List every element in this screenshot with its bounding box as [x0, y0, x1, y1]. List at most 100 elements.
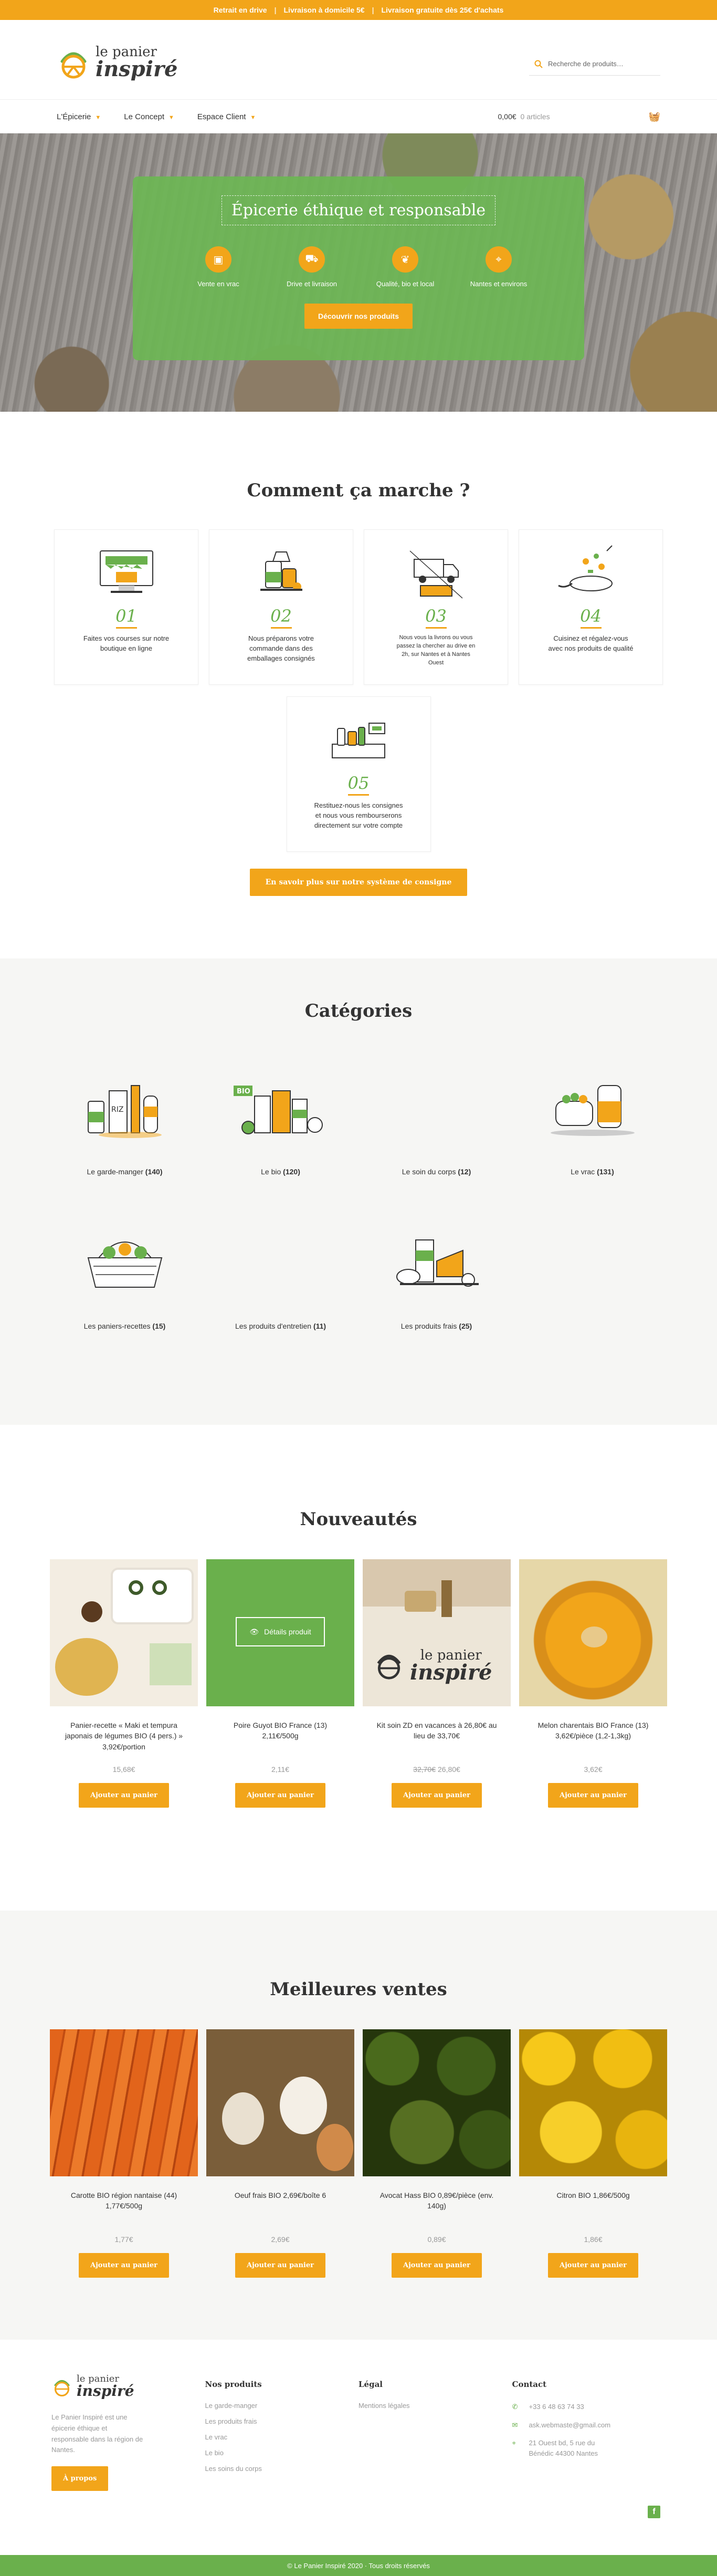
phone-value: +33 6 48 63 74 33: [529, 2403, 584, 2411]
footer-link[interactable]: Le garde-manger: [205, 2402, 359, 2410]
footer-link[interactable]: Le vrac: [205, 2433, 359, 2441]
category-card-vrac[interactable]: Le vrac (131): [520, 1049, 665, 1193]
contact-email[interactable]: ✉ ask.webmaste@gmail.com: [512, 2420, 666, 2431]
footer-logo-line2: inspiré: [77, 2382, 134, 2400]
footer-logo[interactable]: le panier inspiré: [51, 2374, 205, 2398]
price-value: 1,86€: [584, 2235, 603, 2244]
category-name: Les produits d'entretien: [235, 1322, 312, 1330]
deposit-system-button[interactable]: En savoir plus sur notre système de cons…: [249, 869, 468, 896]
step-text: Restituez-nous les consignes et nous vou…: [314, 801, 403, 829]
nav-item-espace-client[interactable]: Espace Client ▼: [197, 112, 256, 121]
product-price: 32,70€ 26,80€: [363, 1765, 511, 1774]
category-card-paniers-recettes[interactable]: Les paniers-recettes (15): [52, 1203, 197, 1347]
category-card-bio[interactable]: BIO Le bio (120): [208, 1049, 353, 1193]
delivery-van-illustration: [409, 550, 463, 599]
hero-banner: Épicerie éthique et responsable ▣ Vente …: [0, 133, 717, 412]
product-image[interactable]: [50, 2029, 198, 2176]
leaf-icon: ❦: [392, 246, 418, 273]
footer-column-title: Légal: [358, 2380, 383, 2389]
price-value: 0,89€: [427, 2235, 446, 2244]
site-header: le panier inspiré Recherche de produits…: [0, 20, 717, 100]
product-details-button[interactable]: 👁 Détails produit: [236, 1617, 325, 1646]
nav-item-epicerie[interactable]: L'Épicerie ▼: [57, 112, 101, 121]
product-name[interactable]: Panier-recette « Maki et tempura japonai…: [50, 1720, 198, 1753]
product-name[interactable]: Avocat Hass BIO 0,89€/pièce (env. 140g): [363, 2190, 511, 2223]
product-name[interactable]: Citron BIO 1,86€/500g: [519, 2190, 667, 2223]
basket-icon[interactable]: 🧺: [649, 111, 660, 122]
announcement-separator: |: [274, 6, 277, 14]
location-pin-icon: ⌖: [512, 2439, 516, 2447]
facebook-icon[interactable]: f: [648, 2506, 660, 2518]
grocery-jars-illustration: [260, 551, 302, 591]
product-name[interactable]: Kit soin ZD en vacances à 26,80€ au lieu…: [363, 1720, 511, 1753]
announcement-item: Livraison gratuite dès 25€ d'achats: [381, 6, 504, 14]
hero-feature-label: Vente en vrac: [197, 280, 239, 288]
add-to-cart-button[interactable]: Ajouter au panier: [79, 1783, 169, 1808]
hero-feature: ❦ Qualité, bio et local: [374, 246, 437, 288]
discover-products-button[interactable]: Découvrir nos produits: [304, 304, 413, 329]
price-value: 2,11€: [271, 1765, 289, 1774]
site-logo[interactable]: le panier inspiré: [57, 45, 177, 80]
add-to-cart-button[interactable]: Ajouter au panier: [548, 2253, 638, 2278]
footer-column-title: Nos produits: [205, 2380, 262, 2389]
add-to-cart-button[interactable]: Ajouter au panier: [79, 2253, 169, 2278]
category-name: Le garde-manger: [87, 1167, 143, 1176]
product-image[interactable]: [363, 2029, 511, 2176]
product-image[interactable]: [50, 1559, 198, 1706]
step-number: 05: [347, 773, 370, 793]
step-text: Nous vous la livrons ou vous passez la c…: [396, 634, 476, 666]
product-image[interactable]: [519, 2029, 667, 2176]
announcement-item: Livraison à domicile 5€: [283, 6, 365, 14]
price-value: 15,68€: [112, 1765, 135, 1774]
product-name[interactable]: Melon charentais BIO France (13) 3,62€/p…: [519, 1720, 667, 1753]
product-price: 15,68€: [50, 1765, 198, 1774]
product-image[interactable]: [519, 1559, 667, 1706]
hero-feature: ▣ Vente en vrac: [187, 246, 250, 288]
contact-phone[interactable]: ✆ +33 6 48 63 74 33: [512, 2402, 666, 2412]
hero-feature-label: Qualité, bio et local: [376, 280, 435, 288]
product-name[interactable]: Carotte BIO région nantaise (44) 1,77€/5…: [50, 2190, 198, 2223]
product-image[interactable]: [206, 2029, 354, 2176]
chevron-down-icon: ▼: [95, 114, 101, 121]
category-count: (25): [459, 1322, 472, 1330]
product-card: Citron BIO 1,86€/500g 1,86€ Ajouter au p…: [519, 2029, 667, 2278]
step-card: 02 Nous préparons votre commande dans de…: [209, 529, 353, 685]
add-to-cart-button[interactable]: Ajouter au panier: [235, 1783, 325, 1808]
category-card-garde-manger[interactable]: RIZ Le garde-manger (140): [52, 1049, 197, 1193]
category-count: (11): [313, 1322, 326, 1330]
add-to-cart-button[interactable]: Ajouter au panier: [392, 1783, 482, 1808]
footer-column-title: Contact: [512, 2380, 547, 2389]
categories-section: Catégories RIZ Le garde-manger (140) BIO…: [0, 958, 717, 1425]
product-image[interactable]: le panier inspiré: [363, 1559, 511, 1706]
add-to-cart-button[interactable]: Ajouter au panier: [548, 1783, 638, 1808]
location-pin-icon: ⌖: [486, 246, 512, 273]
fresh-products-illustration: [396, 1239, 479, 1287]
add-to-cart-button[interactable]: Ajouter au panier: [392, 2253, 482, 2278]
product-image[interactable]: 👁 Détails produit: [206, 1559, 354, 1706]
category-name: Le bio: [261, 1167, 281, 1176]
step-card: 03 Nous vous la livrons ou vous passez l…: [364, 529, 508, 685]
about-button[interactable]: À propos: [51, 2466, 109, 2491]
category-card-produits-frais[interactable]: Les produits frais (25): [364, 1203, 509, 1347]
chevron-down-icon: ▼: [250, 114, 256, 121]
category-card-soin-du-corps[interactable]: Le soin du corps (12): [364, 1049, 509, 1193]
cart-summary[interactable]: 0,00€ 0 articles 🧺: [498, 100, 661, 133]
product-name[interactable]: Oeuf frais BIO 2,69€/boîte 6: [206, 2190, 354, 2223]
product-card: Oeuf frais BIO 2,69€/boîte 6 2,69€ Ajout…: [206, 2029, 354, 2278]
footer-about-column: le panier inspiré Le Panier Inspiré est …: [51, 2374, 205, 2491]
nav-item-concept[interactable]: Le Concept ▼: [124, 112, 174, 121]
footer-link[interactable]: Les soins du corps: [205, 2465, 359, 2473]
product-search[interactable]: Recherche de produits…: [529, 53, 660, 76]
bag-print-line2: inspiré: [410, 1660, 492, 1685]
product-name[interactable]: Poire Guyot BIO France (13) 2,11€/500g: [206, 1720, 354, 1753]
search-input[interactable]: Recherche de produits…: [548, 60, 624, 68]
add-to-cart-button[interactable]: Ajouter au panier: [235, 2253, 325, 2278]
bulk-jars-illustration: [550, 1085, 635, 1136]
footer-link[interactable]: Le bio: [205, 2449, 359, 2457]
footer-products-column: Nos produits Le garde-manger Les produit…: [205, 2374, 359, 2491]
footer-link[interactable]: Les produits frais: [205, 2417, 359, 2425]
product-price: 3,62€: [519, 1765, 667, 1774]
category-card-produits-entretien[interactable]: Les produits d'entretien (11): [208, 1203, 353, 1347]
footer-link[interactable]: Mentions légales: [358, 2402, 512, 2410]
logo-text-line2: inspiré: [96, 57, 178, 81]
